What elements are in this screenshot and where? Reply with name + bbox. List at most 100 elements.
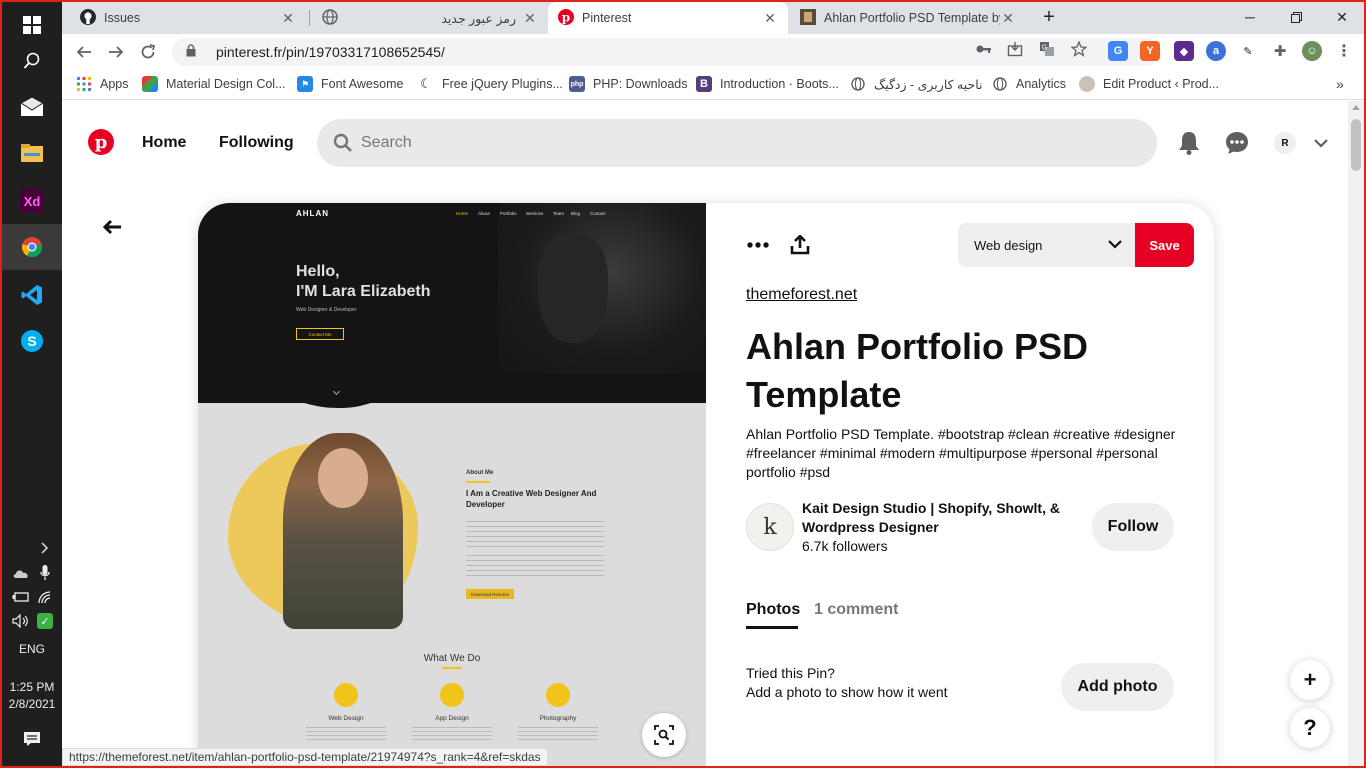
notifications-bell-icon[interactable] (1175, 129, 1203, 157)
translate-icon[interactable]: G (1038, 40, 1056, 58)
menu-icon[interactable]: ⋮ (1334, 41, 1354, 61)
chevron-right-icon[interactable] (34, 537, 56, 559)
bookmark-php-downloads[interactable]: php PHP: Downloads (569, 76, 688, 92)
back-arrow-icon[interactable] (98, 213, 126, 241)
bookmark-star-icon[interactable] (1070, 40, 1088, 58)
battery-icon[interactable] (10, 586, 32, 608)
creator-name[interactable]: Kait Design Studio | Shopify, Showlt, & … (802, 499, 1082, 537)
install-icon[interactable] (1006, 40, 1024, 58)
more-options-icon[interactable] (744, 231, 772, 259)
pinterest-logo-icon[interactable]: p (88, 129, 114, 155)
tried-subtitle: Add a photo to show how it went (746, 684, 948, 700)
more-bookmarks-icon[interactable]: » (1336, 76, 1344, 92)
save-button[interactable]: Save (1135, 223, 1194, 267)
nav-following[interactable]: Following (219, 134, 294, 152)
minimize-button[interactable]: ─ (1227, 2, 1273, 32)
key-icon[interactable] (975, 40, 993, 58)
puzzle-icon[interactable]: ✚ (1270, 41, 1290, 61)
onedrive-icon[interactable] (10, 562, 32, 584)
extension-icon[interactable]: Y (1140, 41, 1160, 61)
clock-date[interactable]: 2/8/2021 (2, 697, 62, 711)
reload-icon[interactable] (134, 38, 162, 66)
back-icon[interactable] (70, 38, 98, 66)
bookmark-apps[interactable]: Apps (76, 76, 129, 92)
visual-search-button[interactable] (642, 713, 686, 757)
bookmark-zedgig[interactable]: ناحیه کاربری - زدگیگ (850, 76, 983, 92)
messages-icon[interactable] (1223, 129, 1251, 157)
add-photo-button[interactable]: Add photo (1061, 663, 1174, 711)
bookmark-analytics[interactable]: Analytics (992, 76, 1066, 92)
profile-avatar[interactable]: ☺ (1302, 41, 1322, 61)
bookmark-jquery-plugins[interactable]: ☾ Free jQuery Plugins... (418, 76, 563, 92)
tab-issues[interactable]: Issues ✕ (70, 2, 306, 34)
chevron-down-icon[interactable] (1307, 129, 1335, 157)
scrollbar-thumb[interactable] (1351, 119, 1361, 171)
tab-new-password[interactable]: رمز عبور جدید ✕ (312, 2, 548, 34)
mockup-nav-item: Blog (571, 211, 581, 216)
tab-comments[interactable]: 1 comment (814, 601, 898, 619)
close-icon[interactable]: ✕ (1000, 10, 1016, 27)
bookmark-label: Analytics (1016, 77, 1067, 91)
help-button[interactable]: ? (1290, 708, 1330, 748)
create-plus-button[interactable]: + (1290, 660, 1330, 700)
bookmarks-bar: Apps Material Design Col... ⚑ Font Aweso… (62, 70, 1364, 100)
search-input[interactable]: Search (317, 119, 1157, 167)
scroll-up-arrow-icon[interactable] (1352, 105, 1360, 110)
mockup-nav-item: Contact (590, 211, 606, 216)
pin-title: Ahlan Portfolio PSD Template (746, 326, 1088, 415)
user-avatar[interactable]: R (1274, 132, 1296, 154)
page-scrollbar[interactable] (1348, 101, 1364, 766)
close-icon[interactable]: ✕ (762, 10, 778, 27)
skype-icon[interactable]: S (2, 318, 62, 364)
wifi-icon[interactable] (34, 586, 56, 608)
close-icon[interactable]: ✕ (280, 10, 296, 27)
clock-time[interactable]: 1:25 PM (2, 680, 62, 694)
pin-image[interactable]: AHLAN Home About Portfolio Services Team… (198, 203, 706, 766)
board-selector[interactable]: Web design (958, 223, 1136, 267)
google-translate-extension-icon[interactable]: G (1108, 41, 1128, 61)
mockup-paragraph-lines (412, 727, 492, 743)
mail-icon[interactable] (2, 84, 62, 130)
extension-icon[interactable]: a (1206, 41, 1226, 61)
close-window-button[interactable]: ✕ (1319, 2, 1365, 32)
bookmark-label: Free jQuery Plugins... (442, 77, 563, 91)
tried-pin-prompt: Tried this Pin? Add a photo to show how … (746, 664, 948, 702)
tab-ahlan-themeforest[interactable]: Ahlan Portfolio PSD Template by ✕ (790, 2, 1026, 34)
volume-icon[interactable] (10, 610, 32, 632)
mockup-download-button: Download Resume (466, 589, 514, 599)
vscode-icon[interactable] (2, 272, 62, 318)
bootstrap-icon: B (696, 76, 712, 92)
mockup-nav-item: Services (526, 211, 544, 216)
share-icon[interactable] (786, 231, 814, 259)
security-check-icon[interactable]: ✓ (34, 610, 56, 632)
extension-icon[interactable]: ◆ (1174, 41, 1194, 61)
microphone-icon[interactable] (34, 562, 56, 584)
tab-photos[interactable]: Photos (746, 601, 800, 619)
follow-button[interactable]: Follow (1092, 503, 1174, 551)
extension-icon[interactable]: ✎ (1238, 41, 1258, 61)
tab-pinterest[interactable]: p Pinterest ✕ (548, 2, 788, 34)
restore-button[interactable] (1273, 2, 1319, 32)
forward-icon[interactable] (102, 38, 130, 66)
chrome-icon[interactable] (2, 224, 62, 270)
search-icon[interactable] (2, 38, 62, 84)
status-bar-url: https://themeforest.net/item/ahlan-portf… (62, 748, 548, 766)
bookmark-material-design[interactable]: Material Design Col... (142, 76, 286, 92)
bookmark-font-awesome[interactable]: ⚑ Font Awesome (297, 76, 403, 92)
close-icon[interactable]: ✕ (522, 10, 538, 27)
nav-home[interactable]: Home (142, 134, 186, 152)
flag-icon: ⚑ (297, 76, 313, 92)
bookmark-bootstrap[interactable]: B Introduction · Boots... (696, 76, 839, 92)
source-link[interactable]: themeforest.net (746, 286, 857, 304)
file-explorer-icon[interactable] (2, 130, 62, 176)
new-tab-button[interactable]: + (1026, 2, 1072, 32)
mockup-name: I'M Lara Elizabeth (296, 283, 431, 300)
creator-avatar[interactable]: k (746, 503, 794, 551)
browser-toolbar: pinterest.fr/pin/19703317108652545/ G G … (62, 34, 1364, 70)
adobe-xd-icon[interactable]: Xd (2, 178, 62, 224)
globe-icon (850, 76, 866, 92)
mockup-paragraph-lines (466, 521, 604, 551)
notifications-icon[interactable] (21, 728, 43, 750)
bookmark-edit-product[interactable]: Edit Product ‹ Prod... (1079, 76, 1219, 92)
language-indicator[interactable]: ENG (2, 642, 62, 656)
